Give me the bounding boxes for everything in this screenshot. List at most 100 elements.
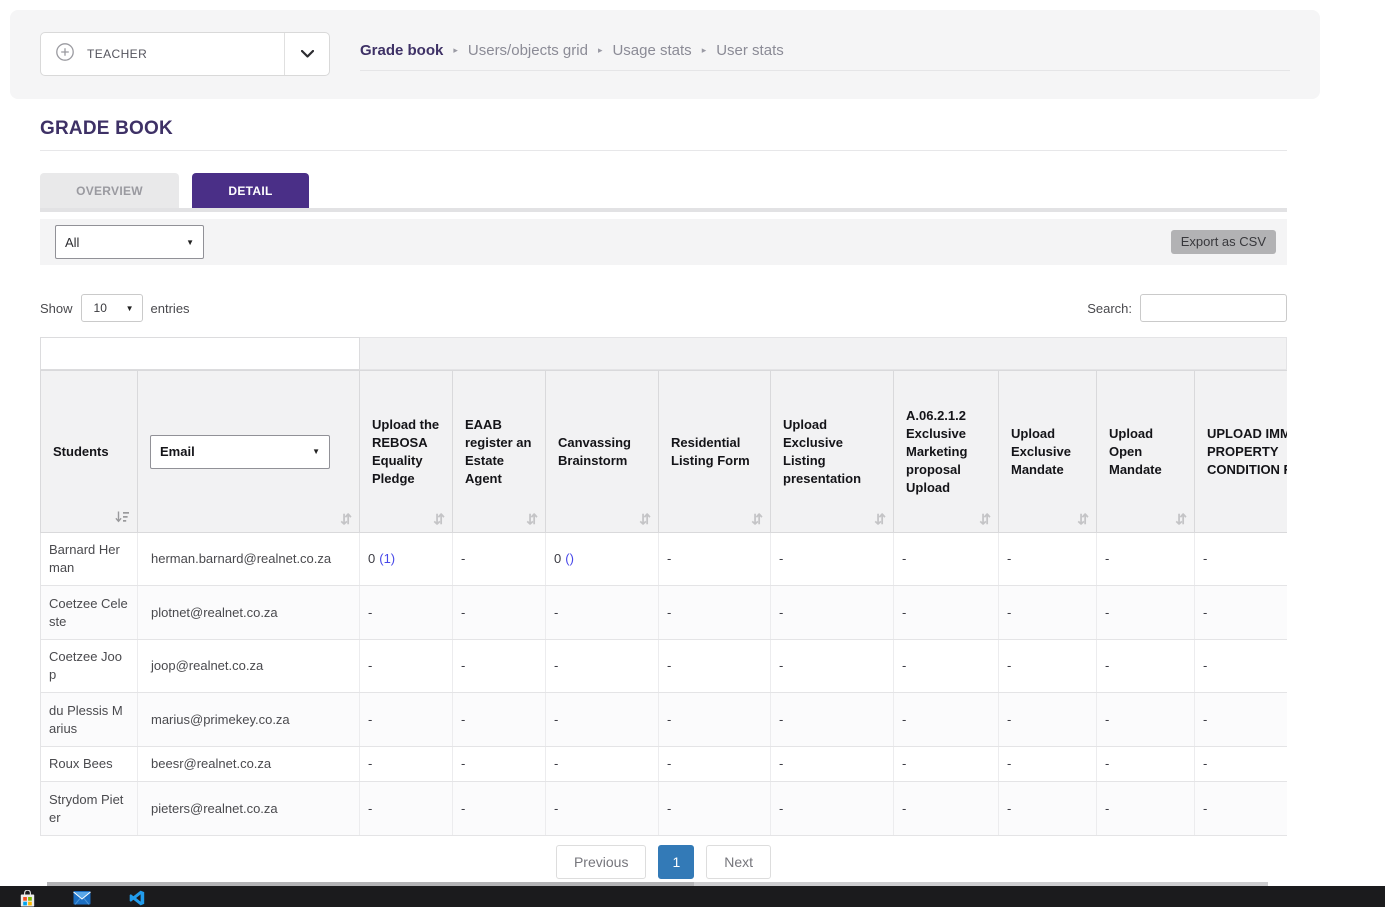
table-top-strip bbox=[40, 337, 1287, 370]
grade-value: - bbox=[1105, 550, 1109, 568]
grade-cell: - bbox=[1097, 782, 1195, 835]
course-filter-value: All bbox=[65, 235, 79, 250]
course-filter-select[interactable]: All ▼ bbox=[55, 225, 204, 259]
grade-value: - bbox=[554, 800, 558, 818]
grade-cell: - bbox=[999, 782, 1097, 835]
page-size-value: 10 bbox=[94, 301, 107, 315]
column-label: A.06.2.1.2 Exclusive Marketing proposal … bbox=[906, 407, 986, 497]
filter-bar: All ▼ Export as CSV bbox=[40, 219, 1287, 265]
mail-icon[interactable] bbox=[73, 890, 91, 907]
grade-value: - bbox=[902, 604, 906, 622]
grade-cell: - bbox=[453, 640, 546, 692]
grade-cell: - bbox=[894, 782, 999, 835]
column-header-eaab-register-an-estate-agent[interactable]: EAAB register an Estate Agent⇵ bbox=[453, 370, 546, 533]
grade-cell: - bbox=[659, 693, 771, 746]
pagination-next-button[interactable]: Next bbox=[706, 845, 771, 879]
column-header-a-06-2-1-2-exclusive-marketing-proposal-[interactable]: A.06.2.1.2 Exclusive Marketing proposal … bbox=[894, 370, 999, 533]
grade-cell: - bbox=[1195, 747, 1287, 781]
table-row: Coetzee Celesteplotnet@realnet.co.za----… bbox=[40, 586, 1287, 640]
grade-table: Students Email▼ ⇵ Upload the REBOSA Equalit… bbox=[40, 337, 1287, 836]
grade-value: - bbox=[779, 657, 783, 675]
pagination-page-1[interactable]: 1 bbox=[658, 845, 694, 879]
grade-cell: - bbox=[546, 640, 659, 692]
grade-value: - bbox=[461, 755, 465, 773]
breadcrumb-separator-icon: ▸ bbox=[453, 45, 458, 56]
search-input[interactable] bbox=[1140, 294, 1287, 322]
sort-both-icon: ⇵ bbox=[1077, 512, 1089, 526]
column-header-upload-immovable-property-condition-repo[interactable]: UPLOAD IMMOVABLE PROPERTY CONDITION REPO… bbox=[1195, 370, 1287, 533]
table-header-row: Students Email▼ ⇵ Upload the REBOSA Equalit… bbox=[40, 370, 1287, 533]
grade-value: - bbox=[1007, 550, 1011, 568]
column-header-upload-exclusive-listing-presentation[interactable]: Upload Exclusive Listing presentation⇵ bbox=[771, 370, 894, 533]
sort-both-icon: ⇵ bbox=[340, 512, 352, 526]
grade-value: - bbox=[1203, 604, 1207, 622]
column-header-upload-open-mandate[interactable]: Upload Open Mandate ⇵ bbox=[1097, 370, 1195, 533]
grade-cell: - bbox=[999, 640, 1097, 692]
chevron-down-icon[interactable] bbox=[285, 33, 329, 75]
student-name-cell: Barnard Herman bbox=[40, 533, 138, 585]
grade-value: - bbox=[667, 657, 671, 675]
column-header-upload-exclusive-mandate[interactable]: Upload Exclusive Mandate⇵ bbox=[999, 370, 1097, 533]
column-header-upload-the-rebosa-equality-pledge[interactable]: Upload the REBOSA Equality Pledge⇵ bbox=[360, 370, 453, 533]
grade-value: - bbox=[554, 657, 558, 675]
grade-value: - bbox=[667, 604, 671, 622]
grade-value: - bbox=[1105, 711, 1109, 729]
grade-value: - bbox=[902, 800, 906, 818]
sort-both-icon: ⇵ bbox=[526, 512, 538, 526]
grade-value: - bbox=[554, 604, 558, 622]
vscode-icon[interactable] bbox=[128, 890, 146, 907]
grade-value: - bbox=[902, 657, 906, 675]
grade-value: - bbox=[1203, 550, 1207, 568]
grade-cell: - bbox=[546, 586, 659, 639]
grade-cell: - bbox=[1195, 640, 1287, 692]
grade-cell: - bbox=[453, 586, 546, 639]
table-row: Coetzee Joopjoop@realnet.co.za--------- bbox=[40, 640, 1287, 693]
grade-attempts-link[interactable]: () bbox=[565, 550, 574, 568]
grade-value: - bbox=[1203, 657, 1207, 675]
grade-value: - bbox=[1007, 657, 1011, 675]
page-size-select[interactable]: 10 ▼ bbox=[81, 294, 143, 322]
grade-value: - bbox=[1105, 755, 1109, 773]
student-name-cell: Coetzee Celeste bbox=[40, 586, 138, 639]
grade-cell: - bbox=[771, 640, 894, 692]
grade-value: - bbox=[368, 711, 372, 729]
email-column-select[interactable]: Email▼ bbox=[150, 435, 330, 469]
page-title: GRADE BOOK bbox=[40, 110, 1287, 151]
table-row: du Plessis Mariusmarius@primekey.co.za--… bbox=[40, 693, 1287, 747]
grade-cell: - bbox=[453, 747, 546, 781]
export-csv-button[interactable]: Export as CSV bbox=[1171, 230, 1276, 254]
column-header-canvassing-brainstorm[interactable]: Canvassing Brainstorm⇵ bbox=[546, 370, 659, 533]
grade-cell: - bbox=[546, 782, 659, 835]
breadcrumb-item-user-stats[interactable]: User stats bbox=[716, 42, 784, 59]
tab-overview[interactable]: OVERVIEW bbox=[40, 173, 179, 208]
role-selector[interactable]: TEACHER bbox=[40, 32, 330, 76]
sort-both-icon: ⇵ bbox=[1175, 512, 1187, 526]
grade-value: - bbox=[779, 604, 783, 622]
pagination-previous-button[interactable]: Previous bbox=[556, 845, 646, 879]
grade-attempts-link[interactable]: (1) bbox=[379, 550, 395, 568]
list-controls: Show 10 ▼ entries Search: bbox=[40, 293, 1287, 323]
grade-cell: - bbox=[546, 747, 659, 781]
grade-value: - bbox=[1007, 800, 1011, 818]
grade-value: - bbox=[1007, 755, 1011, 773]
grade-cell: - bbox=[659, 640, 771, 692]
grade-cell: - bbox=[894, 640, 999, 692]
column-header-email[interactable]: Email▼ ⇵ bbox=[138, 370, 360, 533]
grade-value: - bbox=[461, 711, 465, 729]
role-selector-main[interactable]: TEACHER bbox=[41, 33, 284, 75]
microsoft-store-icon[interactable] bbox=[18, 890, 36, 907]
tab-detail[interactable]: DETAIL bbox=[192, 173, 309, 208]
breadcrumb-item-grade-book[interactable]: Grade book bbox=[360, 42, 443, 59]
column-header-students[interactable]: Students bbox=[40, 370, 138, 533]
column-header-residential-listing-form[interactable]: Residential Listing Form⇵ bbox=[659, 370, 771, 533]
grade-value: - bbox=[779, 711, 783, 729]
column-label: Upload Open Mandate bbox=[1109, 425, 1182, 479]
sort-both-icon: ⇵ bbox=[639, 512, 651, 526]
grade-cell: - bbox=[999, 693, 1097, 746]
grade-value: - bbox=[368, 604, 372, 622]
grade-value: - bbox=[1105, 657, 1109, 675]
grade-value: - bbox=[461, 604, 465, 622]
breadcrumb-item-usage-stats[interactable]: Usage stats bbox=[612, 42, 691, 59]
grade-cell: - bbox=[771, 782, 894, 835]
breadcrumb-item-users-objects-grid[interactable]: Users/objects grid bbox=[468, 42, 588, 59]
